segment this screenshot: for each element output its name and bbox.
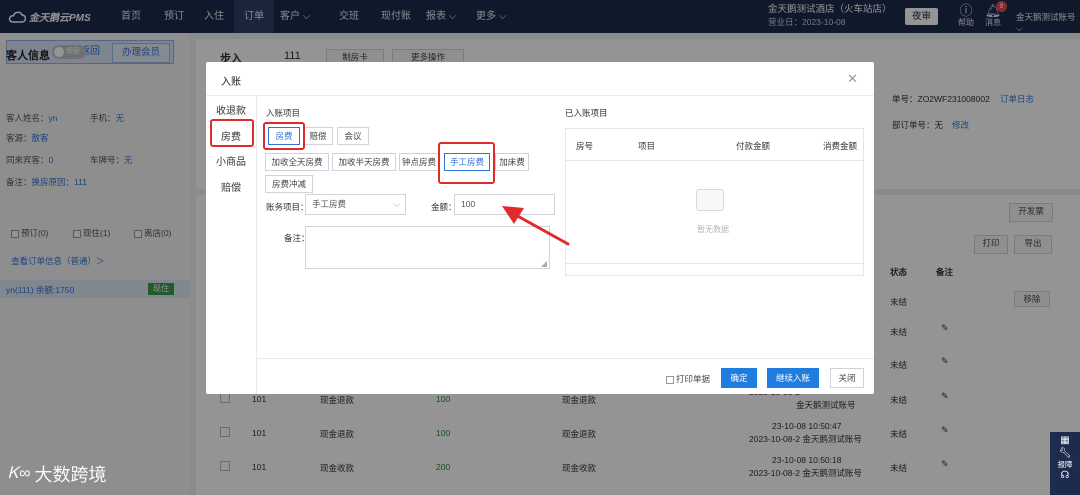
wrench-icon[interactable]: 🔧︎ (1050, 448, 1080, 459)
headset-icon[interactable]: ☊ (1050, 470, 1080, 481)
report-issue-label[interactable]: 报障 (1050, 459, 1080, 470)
watermark-logo-icon: Ꮶ∞ (8, 465, 31, 482)
annotation-arrow (502, 206, 570, 246)
watermark: Ꮶ∞ 大数跨境 (8, 461, 106, 487)
right-rail: ▦ 🔧︎ 报障 ☊ (1050, 432, 1080, 495)
watermark-text: 大数跨境 (34, 465, 107, 485)
grid-icon[interactable]: ▦ (1050, 435, 1080, 446)
